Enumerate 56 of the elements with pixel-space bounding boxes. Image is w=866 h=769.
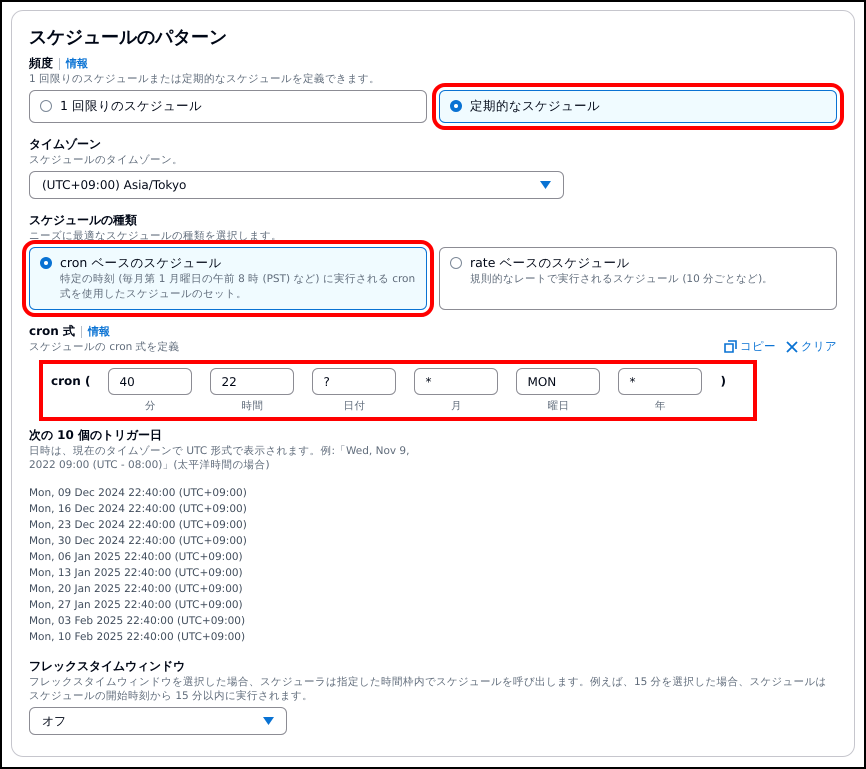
input-caption: 曜日 (547, 399, 570, 413)
field-label: スケジュールの種類 (29, 212, 138, 229)
radio-button[interactable] (40, 100, 52, 112)
field-label: cron 式 (29, 323, 75, 340)
trigger-date: Mon, 30 Dec 2024 22:40:00 (UTC+09:00) (29, 534, 248, 549)
input-caption: 分 (144, 399, 156, 413)
input-caption: 時間 (241, 399, 264, 413)
trigger-date: Mon, 20 Jan 2025 22:40:00 (UTC+09:00) (29, 582, 244, 597)
caret-icon (540, 181, 551, 189)
trigger-date: Mon, 16 Dec 2024 22:40:00 (UTC+09:00) (29, 502, 248, 517)
field-description: スケジュールのタイムゾーン。 (29, 153, 184, 167)
radio-button[interactable] (450, 257, 462, 269)
field-description: 日時は、現在のタイムゾーンで UTC 形式で表示されます。例:「Wed, Nov 9, 2022 09:00 (UTC - 08:00)」(太平洋時間の場合) (29, 444, 410, 472)
field-label: タイムゾーン (29, 136, 102, 153)
radio-button[interactable] (40, 257, 52, 269)
radio-tile[interactable]: 1 回限りのスケジュール (29, 90, 427, 123)
close-icon (786, 340, 798, 352)
cron-input[interactable]: MON (516, 368, 600, 395)
radio-tile[interactable]: rate ベースのスケジュール 規則的なレートで実行されるスケジュール (10 分ごとなど)。 (439, 247, 837, 310)
flex-window-select[interactable]: オフ (29, 707, 287, 735)
info-link[interactable]: 情報 (66, 56, 88, 71)
input-caption: 年 (654, 399, 666, 413)
trigger-date: Mon, 06 Jan 2025 22:40:00 (UTC+09:00) (29, 550, 244, 565)
cron-prefix: cron ( (51, 373, 90, 388)
option-label: cron ベースのスケジュール (60, 255, 222, 272)
cron-input[interactable]: 40 (108, 368, 192, 395)
field-description: スケジュールの cron 式を定義 (29, 340, 180, 354)
info-link[interactable]: 情報 (88, 324, 110, 339)
trigger-date: Mon, 10 Feb 2025 22:40:00 (UTC+09:00) (29, 630, 246, 645)
copy-button[interactable]: コピー (724, 339, 776, 354)
field-description: 1 回限りのスケジュールまたは定期的なスケジュールを定義できます。 (29, 72, 382, 86)
trigger-date: Mon, 09 Dec 2024 22:40:00 (UTC+09:00) (29, 486, 248, 501)
clear-button[interactable]: クリア (786, 339, 837, 354)
option-description: 規則的なレートで実行されるスケジュール (10 分ごとなど)。 (470, 272, 774, 287)
cron-suffix: ) (720, 373, 726, 388)
cron-input[interactable]: 22 (210, 368, 294, 395)
trigger-date: Mon, 13 Jan 2025 22:40:00 (UTC+09:00) (29, 566, 244, 581)
field-label: 頻度 (29, 55, 53, 72)
cron-input[interactable]: * (618, 368, 702, 395)
input-caption: 月 (450, 399, 462, 413)
input-caption: 日付 (343, 399, 366, 413)
field-description: フレックスタイムウィンドウを選択した場合、スケジューラは指定した時間枠内でスケジュールを呼び出します。例えば、15 分を選択した場合、スケジュールはスケジュールの開始時刻から 15 分以内に実行されます。 (29, 675, 828, 703)
cron-input[interactable]: * (414, 368, 498, 395)
option-label: rate ベースのスケジュール (470, 255, 630, 272)
field-label: 次の 10 個のトリガー日 (29, 427, 164, 444)
trigger-date: Mon, 23 Dec 2024 22:40:00 (UTC+09:00) (29, 518, 248, 533)
timezone-select[interactable]: (UTC+09:00) Asia/Tokyo (29, 171, 564, 199)
cron-input[interactable]: ? (312, 368, 396, 395)
trigger-date: Mon, 03 Feb 2025 22:40:00 (UTC+09:00) (29, 614, 246, 629)
section-title: スケジュールのパターン (29, 26, 228, 49)
copy-icon (724, 340, 737, 353)
trigger-date: Mon, 27 Jan 2025 22:40:00 (UTC+09:00) (29, 598, 244, 613)
radio-button[interactable] (450, 100, 462, 112)
option-description: 特定の時刻 (毎月第 1 月曜日の午前 8 時 (PST) など) に実行される cron 式を使用したスケジュールのセット。 (60, 272, 416, 302)
field-label: フレックスタイムウィンドウ (29, 658, 186, 675)
caret-icon (263, 717, 274, 725)
